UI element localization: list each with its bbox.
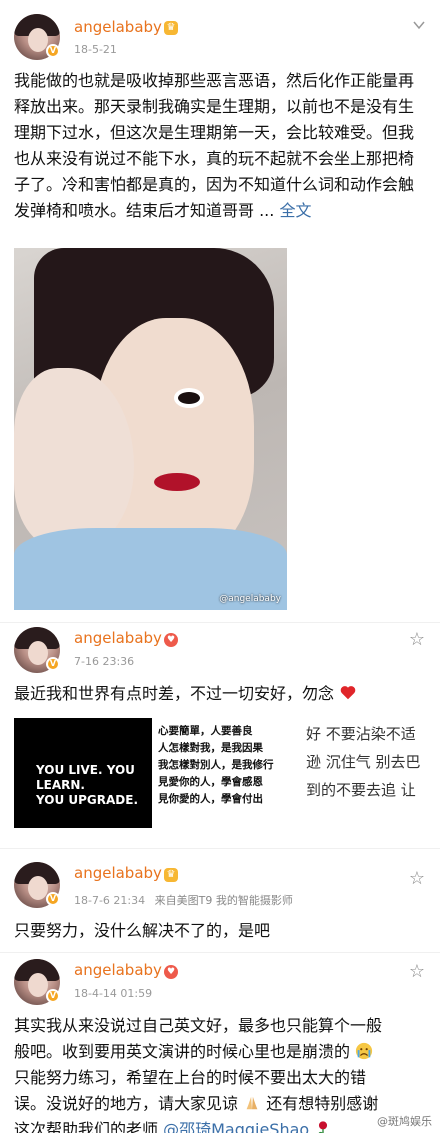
quote-line: 好 不要沾染不适 bbox=[306, 725, 416, 743]
quote-line: 逊 沉住气 别去巴 bbox=[306, 753, 421, 771]
post-text-line: 误。没说好的地方，请大家见谅 还有想特别感谢 bbox=[14, 1094, 379, 1113]
username[interactable]: angelababy bbox=[74, 961, 162, 979]
quote-image-3[interactable]: 好 不要沾染不适 逊 沉住气 别去巴 到的不要去追 让 bbox=[304, 718, 426, 828]
post-text-line: 只能努力练习，希望在上台的时候不要出太大的错 bbox=[14, 1068, 367, 1087]
praying-hands-icon bbox=[246, 1096, 258, 1110]
member-crown-icon: ♛ bbox=[164, 868, 178, 882]
username[interactable]: angelababy bbox=[74, 629, 162, 647]
rose-icon bbox=[319, 1121, 328, 1133]
post-text: 只要努力，没什么解决不了的，是吧 bbox=[14, 921, 271, 940]
verified-badge-icon: V bbox=[46, 892, 60, 906]
divider bbox=[0, 848, 440, 849]
post-text: 其实我从来没说过自己英文好，最多也只能算个一般 般吧。收到要用英文演讲的时候心里… bbox=[14, 1013, 426, 1133]
post-4: V angelababy ♥ 18-4-14 01:59 ☆ 其实我从来没说过自… bbox=[0, 955, 440, 1133]
quote-line: 見愛你的人，學會感恩 bbox=[158, 776, 263, 788]
post-text-body: 我能做的也就是吸收掉那些恶言恶语，然后化作正能量再释放出来。那天录制我确实是生理… bbox=[14, 71, 415, 220]
quote-line: 見你愛的人，學會付出 bbox=[158, 793, 263, 805]
red-heart-icon bbox=[340, 686, 356, 700]
chevron-down-icon[interactable] bbox=[412, 18, 426, 32]
post-time: 18-5-21 bbox=[74, 43, 117, 56]
post-text-line: 其实我从来没说过自己英文好，最多也只能算个一般 bbox=[14, 1016, 383, 1035]
post-text: 我能做的也就是吸收掉那些恶言恶语，然后化作正能量再释放出来。那天录制我确实是生理… bbox=[14, 68, 426, 224]
crying-face-icon bbox=[356, 1042, 373, 1060]
quote-line: YOU LIVE. YOU LEARN. bbox=[36, 763, 135, 792]
heart-eyes-icon: ♥ bbox=[164, 633, 178, 647]
quote-line: 我怎樣對別人，是我修行 bbox=[158, 759, 274, 771]
post-meta: 18-7-6 21:34 来自美图T9 我的智能摄影师 bbox=[74, 892, 293, 908]
mention-link[interactable]: @邵琦MaggieShao bbox=[163, 1120, 309, 1133]
post-source[interactable]: 来自美图T9 我的智能摄影师 bbox=[155, 894, 293, 907]
username[interactable]: angelababy bbox=[74, 864, 162, 882]
quote-line: 心要簡單，人要善良 bbox=[158, 725, 253, 737]
post-time: 18-7-6 21:34 bbox=[74, 894, 146, 907]
favorite-star-icon[interactable]: ☆ bbox=[408, 631, 426, 649]
watermark: @斑鸠娱乐 bbox=[377, 1115, 432, 1128]
post-time: 18-4-14 01:59 bbox=[74, 987, 153, 1000]
post-text: 最近我和世界有点时差，不过一切安好，勿念 bbox=[14, 681, 426, 707]
heart-eyes-icon: ♥ bbox=[164, 965, 178, 979]
quote-image-2[interactable]: 心要簡單，人要善良 人怎樣對我，是我因果 我怎樣對別人，是我修行 見愛你的人，學… bbox=[154, 718, 300, 828]
quote-image-1[interactable]: YOU LIVE. YOU LEARN. YOU UPGRADE. bbox=[14, 718, 152, 828]
photo-watermark: @angelababy bbox=[219, 594, 281, 604]
verified-badge-icon: V bbox=[46, 657, 60, 671]
favorite-star-icon[interactable]: ☆ bbox=[408, 963, 426, 981]
verified-badge-icon: V bbox=[46, 989, 60, 1003]
member-crown-icon: ♛ bbox=[164, 21, 178, 35]
favorite-star-icon[interactable]: ☆ bbox=[408, 870, 426, 888]
post-3: V angelababy ♛ 18-7-6 21:34 来自美图T9 我的智能摄… bbox=[0, 858, 440, 948]
verified-badge-icon: V bbox=[46, 44, 60, 58]
image-strip: YOU LIVE. YOU LEARN. YOU UPGRADE. 心要簡單，人… bbox=[14, 718, 426, 828]
divider bbox=[0, 952, 440, 953]
post-text-line: 般吧。收到要用英文演讲的时候心里也是崩溃的 bbox=[14, 1039, 426, 1065]
post-1: V angelababy ♛ 18-5-21 我能做的也就是吸收掉那些恶言恶语，… bbox=[0, 0, 440, 620]
quote-line: YOU UPGRADE. bbox=[36, 793, 139, 807]
quote-line: 到的不要去追 让 bbox=[306, 781, 416, 799]
post-time: 7-16 23:36 bbox=[74, 655, 135, 668]
post-photo[interactable]: @angelababy bbox=[14, 248, 287, 610]
username[interactable]: angelababy bbox=[74, 18, 162, 36]
post-text-line: 这次帮助我们的老师 @邵琦MaggieShao bbox=[14, 1117, 426, 1133]
post-text-body: 最近我和世界有点时差，不过一切安好，勿念 bbox=[14, 684, 335, 703]
quote-line: 人怎樣對我，是我因果 bbox=[158, 742, 263, 754]
read-more-link[interactable]: 全文 bbox=[279, 201, 311, 220]
